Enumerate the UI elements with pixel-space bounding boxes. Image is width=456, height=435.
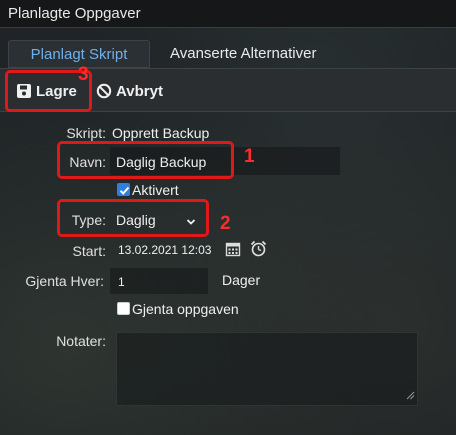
repeat-input[interactable]: 1 (118, 275, 125, 289)
enabled-label: Aktivert (132, 182, 179, 198)
enabled-checkbox[interactable] (117, 183, 130, 196)
resize-grip-icon[interactable] (405, 387, 415, 403)
repeat-label: Gjenta Hver: (25, 273, 104, 289)
script-label: Skript: (66, 125, 106, 141)
notes-label: Notater: (56, 333, 106, 349)
calendar-icon[interactable] (225, 241, 241, 260)
notes-textarea[interactable] (116, 332, 418, 406)
annotation-3: 3 (78, 64, 89, 85)
tab-advanced-options[interactable]: Avanserte Alternativer (158, 40, 328, 68)
cancel-button[interactable]: Avbryt (96, 81, 163, 101)
highlight-name (57, 141, 234, 179)
check-icon (119, 186, 130, 195)
cancel-label: Avbryt (116, 82, 163, 100)
repeat-task-label: Gjenta oppgaven (132, 301, 239, 317)
alarm-clock-icon[interactable] (250, 240, 267, 260)
highlight-type (57, 199, 209, 237)
title-bar: Planlagte Oppgaver (0, 0, 456, 28)
start-label: Start: (72, 243, 106, 259)
script-value: Opprett Backup (112, 125, 210, 141)
repeat-unit: Dager (222, 272, 261, 288)
window-title: Planlagte Oppgaver (8, 5, 141, 22)
repeat-task-checkbox[interactable] (117, 302, 130, 315)
start-datetime[interactable]: 13.02.2021 12:03 (118, 243, 211, 257)
ban-icon (96, 83, 112, 99)
annotation-1: 1 (244, 146, 255, 167)
annotation-2: 2 (220, 213, 231, 234)
